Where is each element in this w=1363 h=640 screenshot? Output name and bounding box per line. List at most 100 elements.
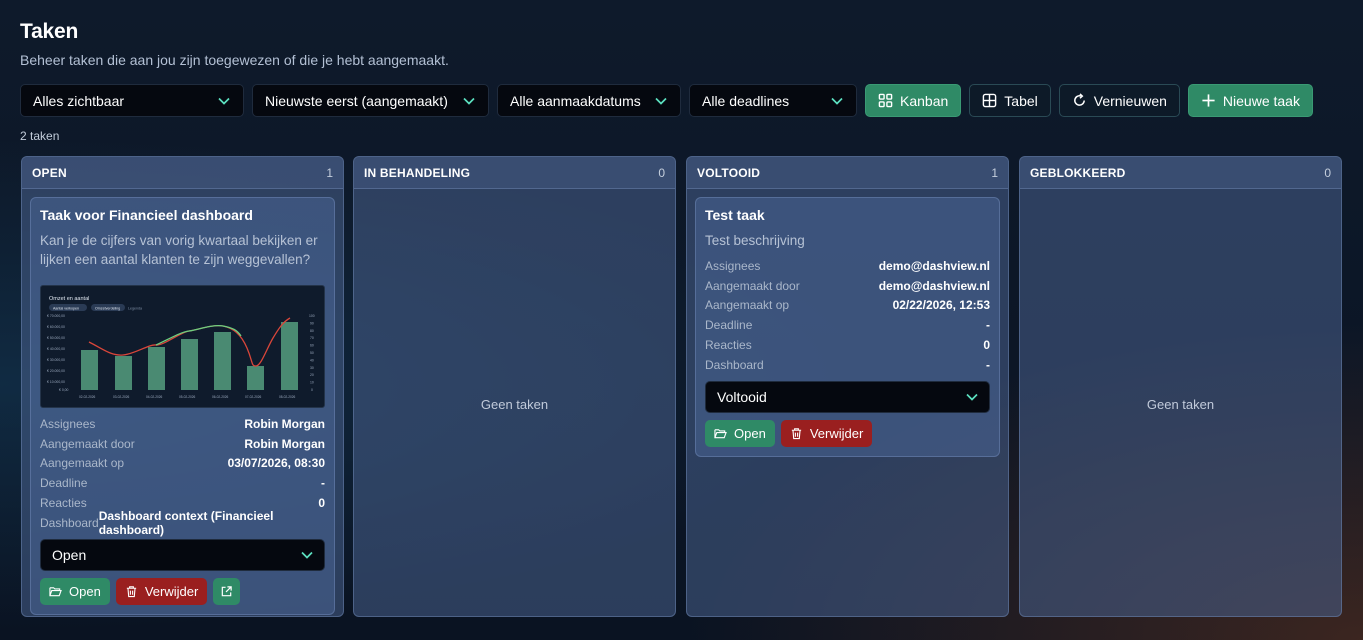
thumb-x-tick: 05-02-2026 <box>179 395 196 399</box>
meta-label: Dashboard <box>40 515 99 530</box>
dashboard-preview-chart: Omzet en aantal Aantal verkopen Omzetver… <box>47 296 315 399</box>
table-view-button[interactable]: Tabel <box>969 84 1051 117</box>
delete-task-label: Verwijder <box>809 425 864 441</box>
meta-row-created-by: Aangemaakt door demo@dashview.nl <box>705 276 990 296</box>
dashboard-thumbnail[interactable]: Omzet en aantal Aantal verkopen Omzetver… <box>40 285 325 408</box>
empty-state: Geen taken <box>1146 397 1215 412</box>
page-subtitle: Beheer taken die aan jou zijn toegewezen… <box>20 52 449 68</box>
column-count: 1 <box>991 165 998 180</box>
thumb-x-tick: 06-02-2026 <box>212 395 229 399</box>
meta-value: - <box>986 357 990 372</box>
meta-value: demo@dashview.nl <box>878 258 990 273</box>
meta-value: Dashboard context (Financieel dashboard) <box>98 508 274 537</box>
page-header: Taken Beheer taken die aan jou zijn toeg… <box>20 20 449 68</box>
status-select[interactable]: Open <box>40 538 325 571</box>
thumb-y2-tick: 30 <box>310 366 314 370</box>
thumb-y2-tick: 50 <box>310 351 314 355</box>
delete-task-button[interactable]: Verwijder <box>115 577 208 605</box>
open-task-button[interactable]: Open <box>705 419 775 447</box>
created-date-filter-value: Alle aanmaakdatums <box>510 92 641 109</box>
meta-value: 03/07/2026, 08:30 <box>227 456 325 471</box>
thumb-y-tick: € 40.000,00 <box>47 347 65 351</box>
meta-label: Aangemaakt door <box>40 436 135 451</box>
thumb-x-tick: 08-02-2026 <box>279 395 296 399</box>
thumb-x-tick: 02-02-2026 <box>79 395 96 399</box>
thumb-y2-tick: 10 <box>310 381 314 385</box>
sort-select-value: Nieuwste eerst (aangemaakt) <box>265 92 448 109</box>
meta-row-assignees: Assignees demo@dashview.nl <box>705 256 990 276</box>
thumb-title: Omzet en aantal <box>49 296 89 302</box>
meta-row-created-on: Aangemaakt op 02/22/2026, 12:53 <box>705 296 990 316</box>
meta-label: Assignees <box>40 416 96 431</box>
delete-task-button[interactable]: Verwijder <box>780 419 873 447</box>
meta-label: Deadline <box>40 476 88 491</box>
thumb-x-tick: 03-02-2026 <box>113 395 130 399</box>
column-title: OPEN <box>32 165 67 180</box>
deadline-filter-value: Alle deadlines <box>702 92 790 109</box>
chevron-down-icon <box>463 97 475 105</box>
meta-row-dashboard: Dashboard - <box>705 355 990 375</box>
kanban-view-label: Kanban <box>900 92 949 109</box>
table-view-label: Tabel <box>1004 92 1038 109</box>
open-task-button[interactable]: Open <box>40 577 110 605</box>
column-done: VOLTOOID 1 Test taak Test beschrijving A… <box>686 156 1009 617</box>
external-link-icon <box>221 586 233 597</box>
deadline-filter[interactable]: Alle deadlines <box>689 84 857 117</box>
meta-value: 0 <box>983 338 990 353</box>
thumb-x-tick: 04-02-2026 <box>146 395 163 399</box>
thumb-y-tick: € 10.000,00 <box>47 380 65 384</box>
chevron-down-icon <box>655 97 667 105</box>
page-title: Taken <box>20 20 79 43</box>
thumb-y2-tick: 60 <box>310 344 314 348</box>
thumb-y-tick: € 0,00 <box>59 388 69 392</box>
task-card[interactable]: Test taak Test beschrijving Assignees dem… <box>695 197 1000 457</box>
refresh-button[interactable]: Vernieuwen <box>1058 84 1180 117</box>
column-title: VOLTOOID <box>697 165 761 180</box>
meta-value: 02/22/2026, 12:53 <box>892 298 990 313</box>
task-actions: Open Verwijder <box>40 577 325 605</box>
meta-label: Aangemaakt op <box>40 456 125 471</box>
empty-state: Geen taken <box>480 397 549 412</box>
status-select-value: Voltooid <box>717 388 767 405</box>
thumb-y2-tick: 20 <box>310 373 314 377</box>
meta-value: Robin Morgan <box>244 416 325 431</box>
meta-label: Aangemaakt op <box>705 298 790 313</box>
thumb-y-tick: € 60.000,00 <box>47 325 65 329</box>
meta-value: - <box>321 476 325 491</box>
task-meta: Assignees Robin Morgan Aangemaakt door Rob… <box>40 414 325 537</box>
sort-select[interactable]: Nieuwste eerst (aangemaakt) <box>252 84 489 117</box>
kanban-view-button[interactable]: Kanban <box>865 84 962 117</box>
open-dashboard-button[interactable] <box>213 577 241 605</box>
task-actions: Open Verwijder <box>705 419 990 447</box>
meta-label: Reacties <box>40 496 87 511</box>
meta-value: demo@dashview.nl <box>878 278 990 293</box>
thumb-x-tick: 07-02-2026 <box>245 395 262 399</box>
column-header: GEBLOKKEERD 0 <box>1020 157 1341 189</box>
meta-value: Robin Morgan <box>244 436 325 451</box>
meta-label: Dashboard <box>705 357 764 372</box>
thumb-chip: Omzetverdeling <box>95 306 120 310</box>
created-date-filter[interactable]: Alle aanmaakdatums <box>497 84 681 117</box>
task-description: Kan je de cijfers van vorig kwartaal bek… <box>40 233 318 267</box>
plus-icon <box>1202 94 1215 107</box>
status-select[interactable]: Voltooid <box>705 380 990 413</box>
thumb-y2-tick: 0 <box>311 388 313 392</box>
task-title: Taak voor Financieel dashboard <box>40 207 253 223</box>
status-select-value: Open <box>52 546 87 563</box>
meta-row-created-by: Aangemaakt door Robin Morgan <box>40 434 325 454</box>
folder-open-icon <box>49 587 62 597</box>
meta-row-dashboard: Dashboard Dashboard context (Financieel d… <box>40 509 325 537</box>
thumb-y2-tick: 80 <box>310 329 314 333</box>
column-title: IN BEHANDELING <box>364 165 471 180</box>
new-task-button[interactable]: Nieuwe taak <box>1187 84 1313 117</box>
meta-row-deadline: Deadline - <box>705 315 990 335</box>
open-task-label: Open <box>734 425 766 441</box>
trash-icon <box>126 586 136 597</box>
visibility-filter[interactable]: Alles zichtbaar <box>20 84 244 117</box>
task-card[interactable]: Taak voor Financieel dashboard Kan je de… <box>30 197 335 615</box>
table-icon <box>982 93 997 108</box>
task-description: Test beschrijving <box>705 233 805 248</box>
thumb-y-tick: € 20.000,00 <box>47 369 65 373</box>
thumb-y2-tick: 100 <box>309 314 315 318</box>
task-count: 2 taken <box>20 129 60 143</box>
